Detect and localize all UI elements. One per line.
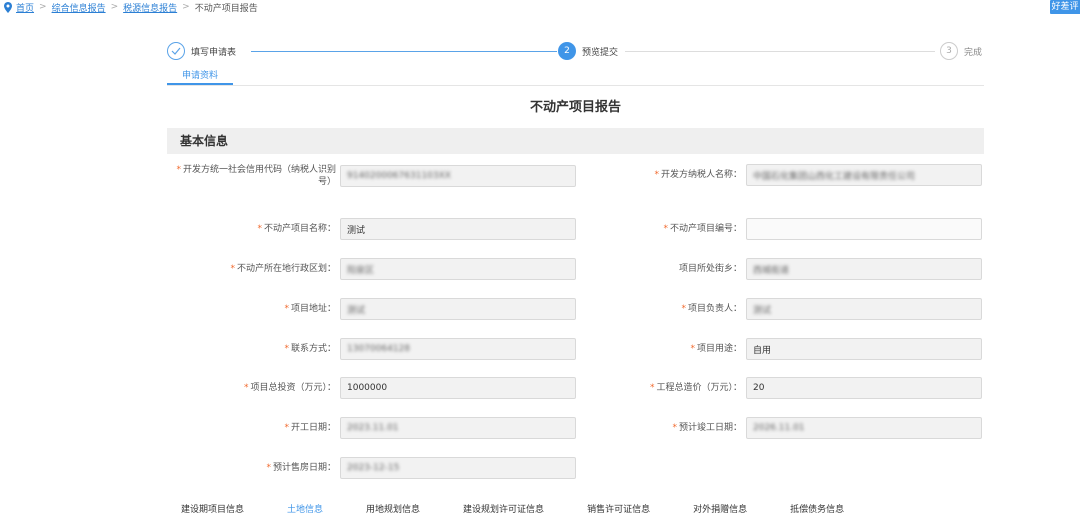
contact-input[interactable]: 13070064128 <box>340 338 576 360</box>
checkmark-icon <box>167 42 185 60</box>
field-total-invest: * 项目总投资（万元）： 1000000 <box>167 377 576 399</box>
step-label: 完成 <box>964 47 983 58</box>
start-date-input[interactable]: 2023.11.01 <box>340 417 576 439</box>
field-project-name: * 不动产项目名称： 测试 <box>167 218 576 240</box>
location-pin-icon <box>4 1 12 13</box>
breadcrumb-comprehensive-report[interactable]: 综合信息报告 <box>52 1 106 14</box>
field-project-no: * 不动产项目编号： <box>574 218 982 240</box>
field-label: * 项目用途： <box>690 344 742 354</box>
breadcrumb-separator: > <box>110 2 119 12</box>
tab-divider <box>167 85 984 86</box>
field-sale-date: * 预计售房日期： 2023-12-15 <box>167 457 576 479</box>
tab-construction-project[interactable]: 建设期项目信息 <box>181 502 244 516</box>
total-cost-input[interactable]: 20 <box>746 377 982 399</box>
field-label: 项目所处街乡： <box>678 264 742 274</box>
address-input[interactable]: 测试 <box>340 298 576 320</box>
field-credit-code: * 开发方统一社会信用代码（纳税人识别号） 9140200067631103XX <box>167 164 576 188</box>
step-connector <box>251 51 557 52</box>
manager-input[interactable]: 测试 <box>746 298 982 320</box>
step-connector <box>625 51 935 52</box>
field-label: * 预计售房日期： <box>266 463 336 473</box>
step-label: 填写申请表 <box>191 47 237 58</box>
tab-construction-permit[interactable]: 建设规划许可证信息 <box>463 502 544 516</box>
tab-donation[interactable]: 对外捐赠信息 <box>693 502 747 516</box>
field-label: * 开发方纳税人名称： <box>654 170 742 180</box>
field-label: * 联系方式： <box>284 344 336 354</box>
field-usage: * 项目用途： 自用 <box>574 338 982 360</box>
step-number: 3 <box>940 42 958 60</box>
field-label: * 项目地址： <box>284 304 336 314</box>
field-label: * 开工日期： <box>284 423 336 433</box>
tab-sales-permit[interactable]: 销售许可证信息 <box>587 502 650 516</box>
step-label: 预览提交 <box>582 47 619 58</box>
step-number: 2 <box>558 42 576 60</box>
sale-date-input[interactable]: 2023-12-15 <box>340 457 576 479</box>
credit-code-input[interactable]: 9140200067631103XX <box>340 165 576 187</box>
page-title: 不动产项目报告 <box>529 100 621 115</box>
step-preview-submit: 2 预览提交 <box>558 42 618 60</box>
breadcrumb-home[interactable]: 首页 <box>16 1 34 14</box>
field-street: 项目所处街乡： 西城街道 <box>574 258 982 280</box>
field-manager: * 项目负责人： 测试 <box>574 298 982 320</box>
tab-application-materials[interactable]: 申请资料 <box>167 68 233 85</box>
field-contact: * 联系方式： 13070064128 <box>167 338 576 360</box>
field-taxpayer-name: * 开发方纳税人名称： 中国石化集团山西化工建设有限责任公司 <box>574 164 982 186</box>
section-title: 基本信息 <box>167 128 984 154</box>
taxpayer-name-input[interactable]: 中国石化集团山西化工建设有限责任公司 <box>746 164 982 186</box>
project-no-input[interactable] <box>746 218 982 240</box>
breadcrumb-separator: > <box>182 2 190 12</box>
project-name-input[interactable]: 测试 <box>340 218 576 240</box>
field-district: * 不动产所在地行政区划： 阳泉区 <box>167 258 576 280</box>
field-label: * 开发方统一社会信用代码（纳税人识别号） <box>176 165 336 187</box>
district-input[interactable]: 阳泉区 <box>340 258 576 280</box>
finish-date-input[interactable]: 2026.11.01 <box>746 417 982 439</box>
field-label: * 工程总造价（万元）： <box>649 383 742 393</box>
field-label: * 项目总投资（万元）： <box>243 383 336 393</box>
detail-tabs: 建设期项目信息 土地信息 用地规划信息 建设规划许可证信息 销售许可证信息 对外… <box>167 502 984 516</box>
tab-land-info[interactable]: 土地信息 <box>287 502 323 516</box>
field-label: * 不动产所在地行政区划： <box>230 264 336 274</box>
field-total-cost: * 工程总造价（万元）： 20 <box>574 377 982 399</box>
step-complete: 3 完成 <box>940 42 982 60</box>
usage-input[interactable]: 自用 <box>746 338 982 360</box>
field-finish-date: * 预计竣工日期： 2026.11.01 <box>574 417 982 439</box>
breadcrumb-current: 不动产项目报告 <box>194 3 258 14</box>
field-start-date: * 开工日期： 2023.11.01 <box>167 417 576 439</box>
field-address: * 项目地址： 测试 <box>167 298 576 320</box>
total-invest-input[interactable]: 1000000 <box>340 377 576 399</box>
step-fill-form: 填写申请表 <box>167 42 236 60</box>
street-input[interactable]: 西城街道 <box>746 258 982 280</box>
breadcrumb-separator: > <box>39 2 47 12</box>
top-bar: 首页 > 综合信息报告 > 税源信息报告 > 不动产项目报告 好差评 <box>0 0 1080 14</box>
field-label: * 不动产项目名称： <box>257 224 336 234</box>
tab-debt-repayment[interactable]: 抵偿债务信息 <box>790 502 844 516</box>
review-button[interactable]: 好差评 <box>1050 0 1080 14</box>
progress-steps: 填写申请表 2 预览提交 3 完成 <box>167 42 984 60</box>
field-label: * 不动产项目编号： <box>663 224 742 234</box>
field-label: * 项目负责人： <box>681 304 742 314</box>
breadcrumb-tax-source-report[interactable]: 税源信息报告 <box>123 1 177 14</box>
breadcrumb: 首页 > 综合信息报告 > 税源信息报告 > 不动产项目报告 <box>0 1 258 14</box>
field-label: * 预计竣工日期： <box>672 423 742 433</box>
tab-land-planning[interactable]: 用地规划信息 <box>366 502 420 516</box>
